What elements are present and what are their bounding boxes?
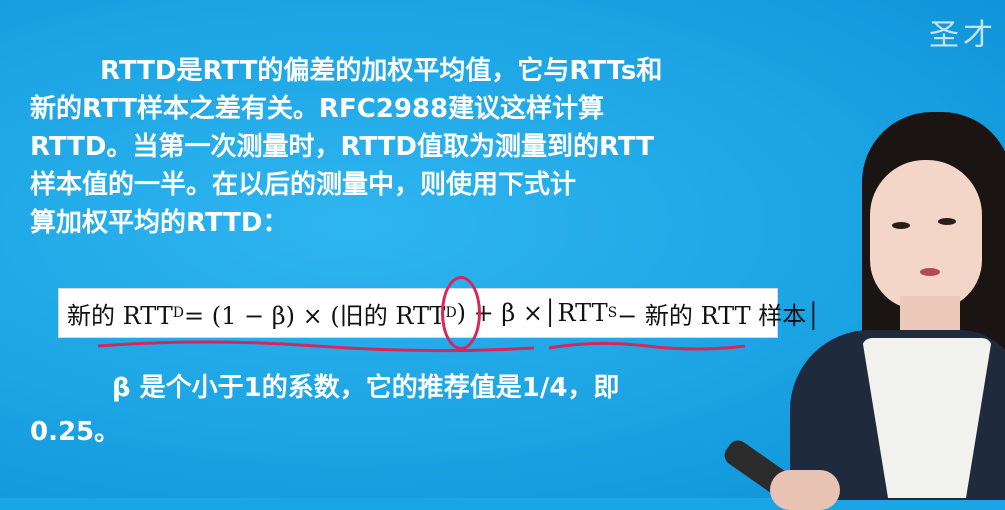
formula-subscript: D xyxy=(172,305,184,321)
formula-part: = (1 − β) × (旧的 RTT xyxy=(183,301,446,330)
presenter-eye xyxy=(892,222,910,229)
presenter-figure xyxy=(600,100,1005,510)
presenter-hand xyxy=(770,470,840,510)
formula-part: │RTT xyxy=(543,299,608,327)
presenter-face xyxy=(870,160,982,310)
formula-underline-annotation xyxy=(97,340,535,353)
formula-part: 新的 RTT xyxy=(67,301,173,330)
paragraph-line: RTTD是RTT的偏差的加权平均值，它与RTTs和 xyxy=(100,56,663,86)
presenter-eye xyxy=(938,218,956,225)
brand-logo: 圣才 xyxy=(929,18,997,53)
presenter-mouth xyxy=(920,268,940,276)
